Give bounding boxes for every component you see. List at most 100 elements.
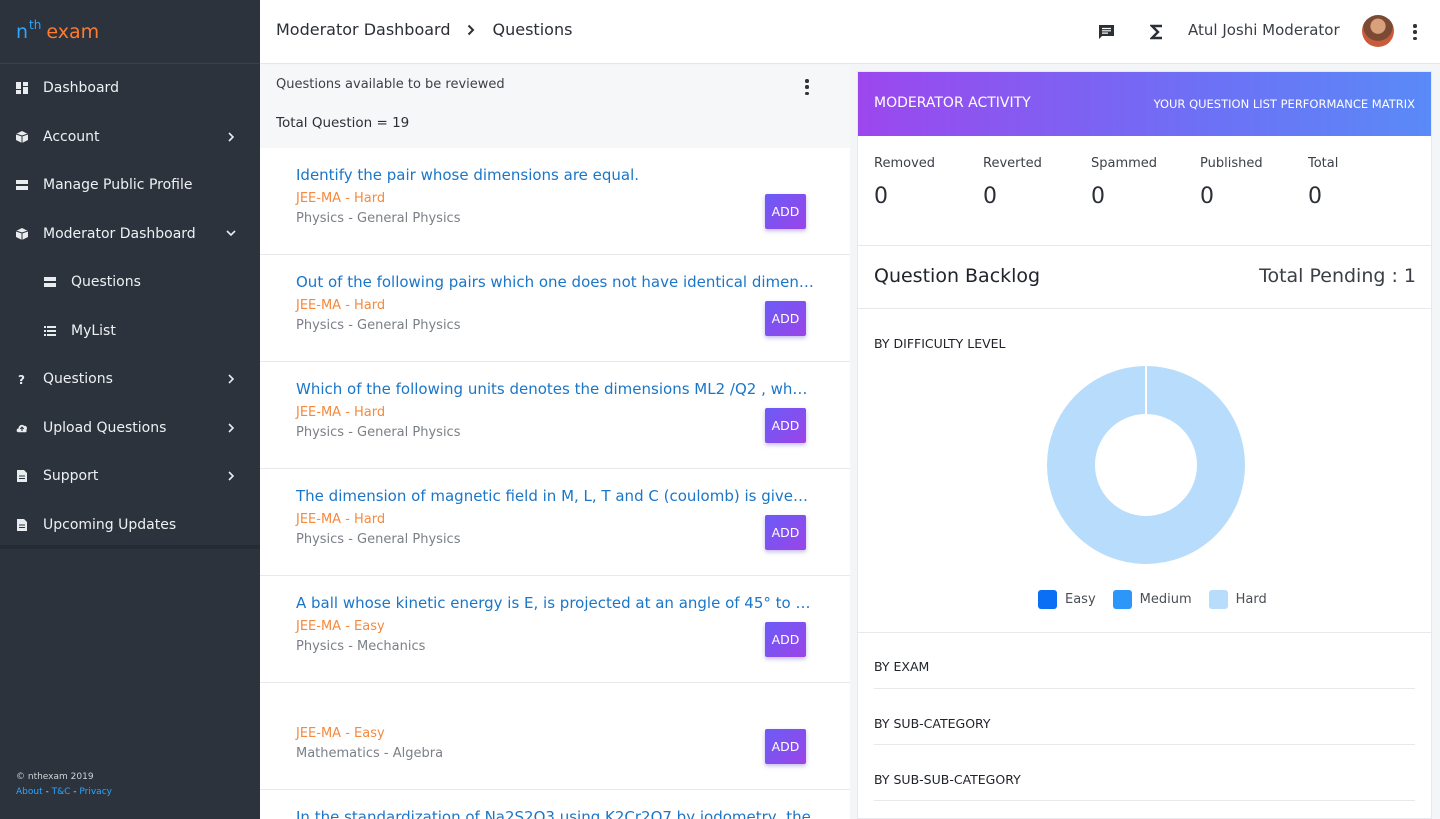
by-exam-section[interactable]: BY EXAM — [874, 633, 1415, 689]
mylist-icon — [44, 325, 56, 337]
question-item[interactable]: Which of the following units denotes the… — [260, 362, 850, 469]
top-header: Moderator Dashboard Questions Atul Joshi… — [260, 0, 1440, 64]
chart-legend: Easy Medium Hard — [1038, 590, 1284, 609]
sidebar-item-dashboard[interactable]: Dashboard — [0, 64, 260, 113]
logo-n: n — [16, 20, 29, 43]
sidebar-item-moderator-dashboard[interactable]: Moderator Dashboard — [0, 210, 260, 259]
about-link[interactable]: About — [16, 787, 43, 797]
moderator-activity-panel: MODERATOR ACTIVITY YOUR QUESTION LIST PE… — [857, 71, 1432, 819]
logo[interactable]: n th exam — [0, 0, 260, 64]
sidebar-item-questions[interactable]: ? Questions — [0, 355, 260, 404]
stat-value: 0 — [1091, 184, 1105, 209]
add-button[interactable]: ADD — [765, 408, 806, 443]
question-difficulty: JEE-MA - Hard — [296, 405, 386, 420]
question-item[interactable]: Identify the pair whose dimensions are e… — [260, 148, 850, 255]
stat-label: Total — [1308, 156, 1339, 171]
legend-label: Medium — [1139, 592, 1192, 607]
add-button[interactable]: ADD — [765, 301, 806, 336]
breadcrumb-current: Questions — [492, 20, 573, 39]
add-button[interactable]: ADD — [765, 515, 806, 550]
legend-swatch — [1038, 590, 1057, 609]
question-subject: Physics - Mechanics — [296, 639, 426, 654]
section-label: BY SUB-CATEGORY — [874, 716, 991, 731]
user-name[interactable]: Atul Joshi Moderator — [1188, 21, 1340, 39]
svg-text:?: ? — [18, 373, 25, 385]
sidebar-item-label: Upload Questions — [43, 419, 167, 436]
copyright-text: © nthexam 2019 — [16, 772, 94, 782]
question-item[interactable]: In the standardization of Na2S2O3 using … — [260, 790, 850, 819]
question-item[interactable]: A ball whose kinetic energy is E, is pro… — [260, 576, 850, 683]
questions-available-label: Questions available to be reviewed — [276, 77, 505, 92]
questions-panel-header: Questions available to be reviewed Total… — [260, 65, 850, 148]
chat-icon[interactable] — [1096, 22, 1116, 42]
chevron-down-icon — [226, 229, 236, 239]
activity-banner: MODERATOR ACTIVITY YOUR QUESTION LIST PE… — [858, 72, 1431, 136]
avatar[interactable] — [1362, 15, 1394, 47]
question-title[interactable]: Out of the following pairs which one doe… — [296, 273, 814, 291]
document-icon — [16, 518, 28, 531]
question-item[interactable]: JEE-MA - Easy Mathematics - Algebra ADD — [260, 683, 850, 790]
question-title[interactable]: In the standardization of Na2S2O3 using … — [296, 808, 814, 819]
question-subject: Mathematics - Algebra — [296, 746, 444, 761]
more-vert-icon[interactable] — [1413, 24, 1417, 40]
by-sub-sub-category-section[interactable]: BY SUB-SUB-CATEGORY — [874, 745, 1415, 801]
chevron-right-icon — [226, 423, 236, 433]
by-sub-category-section[interactable]: BY SUB-CATEGORY — [874, 689, 1415, 745]
stat-total: Total 0 — [1308, 156, 1338, 209]
question-title[interactable]: The dimension of magnetic field in M, L,… — [296, 487, 814, 505]
question-difficulty: JEE-MA - Easy — [296, 726, 385, 741]
sidebar-item-support[interactable]: Support — [0, 452, 260, 501]
question-title[interactable]: Identify the pair whose dimensions are e… — [296, 166, 814, 184]
sigma-icon[interactable] — [1147, 22, 1167, 42]
sidebar-item-account[interactable]: Account — [0, 113, 260, 162]
total-pending: Total Pending : 1 — [1259, 265, 1416, 287]
add-button[interactable]: ADD — [765, 622, 806, 657]
breadcrumb: Moderator Dashboard Questions — [276, 20, 572, 39]
legend-item-hard[interactable]: Hard — [1208, 590, 1267, 609]
legend-item-medium[interactable]: Medium — [1112, 590, 1192, 609]
add-button[interactable]: ADD — [765, 194, 806, 229]
sidebar-item-upload-questions[interactable]: Upload Questions — [0, 404, 260, 453]
footer-separator: - — [42, 787, 52, 797]
list-icon — [44, 276, 56, 288]
question-icon: ? — [16, 373, 28, 385]
legend-item-easy[interactable]: Easy — [1038, 590, 1096, 609]
sidebar-item-label: Moderator Dashboard — [43, 225, 196, 242]
question-subject: Physics - General Physics — [296, 532, 461, 547]
legend-label: Hard — [1235, 592, 1267, 607]
sidebar-item-manage-public-profile[interactable]: Manage Public Profile — [0, 161, 260, 210]
backlog-title: Question Backlog — [874, 265, 1041, 287]
stat-label: Removed — [874, 156, 936, 171]
stat-reverted: Reverted 0 — [983, 156, 1042, 209]
stat-spammed: Spammed 0 — [1091, 156, 1157, 209]
difficulty-donut-chart[interactable] — [1046, 365, 1246, 565]
stat-removed: Removed 0 — [874, 156, 935, 209]
logo-th: th — [29, 17, 42, 32]
sidebar-subitem-mylist[interactable]: MyList — [0, 307, 260, 356]
sidebar-item-label: Questions — [43, 371, 113, 388]
add-button[interactable]: ADD — [765, 729, 806, 764]
profile-icon — [16, 179, 28, 191]
stat-value: 0 — [1308, 184, 1322, 209]
question-title[interactable]: A ball whose kinetic energy is E, is pro… — [296, 594, 814, 612]
stat-value: 0 — [874, 184, 888, 209]
privacy-link[interactable]: Privacy — [79, 787, 112, 797]
stat-label: Spammed — [1091, 156, 1158, 171]
section-label: BY EXAM — [874, 659, 930, 674]
question-difficulty: JEE-MA - Hard — [296, 191, 386, 206]
question-title[interactable]: Which of the following units denotes the… — [296, 380, 814, 398]
more-vert-icon[interactable] — [805, 79, 809, 95]
sidebar-item-upcoming-updates[interactable]: Upcoming Updates — [0, 501, 260, 550]
breadcrumb-root[interactable]: Moderator Dashboard — [276, 20, 451, 39]
sidebar-item-label: Manage Public Profile — [43, 177, 193, 194]
question-item[interactable]: Out of the following pairs which one doe… — [260, 255, 850, 362]
terms-link[interactable]: T&C — [52, 787, 71, 797]
chevron-right-icon — [226, 374, 236, 384]
question-item[interactable]: The dimension of magnetic field in M, L,… — [260, 469, 850, 576]
stat-label: Published — [1200, 156, 1263, 171]
stat-value: 0 — [983, 184, 997, 209]
sidebar-subitem-questions[interactable]: Questions — [0, 258, 260, 307]
document-icon — [16, 470, 28, 483]
section-label: BY SUB-SUB-CATEGORY — [874, 772, 1021, 787]
stat-value: 0 — [1200, 184, 1214, 209]
